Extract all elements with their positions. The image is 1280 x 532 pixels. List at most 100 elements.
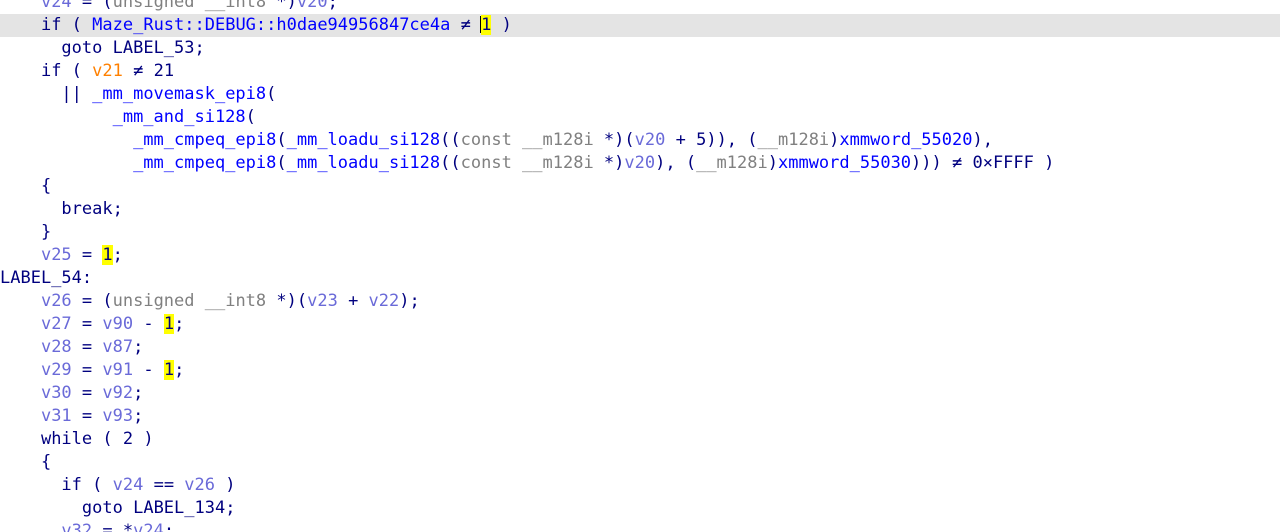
code-line[interactable]: v28 = v87; [0,336,1280,359]
code-token[interactable]: v21 [92,61,123,81]
code-token[interactable]: unsigned __int8 [113,291,277,311]
code-token[interactable]: ( [61,15,92,35]
code-token[interactable]: ; [133,406,143,426]
code-token[interactable]: ; [164,521,174,532]
code-line[interactable]: v32 = *v24; [0,520,1280,532]
code-token[interactable]: xmmword_55030 [778,153,911,173]
code-token[interactable] [0,452,41,472]
code-token[interactable]: goto [82,498,123,518]
code-token[interactable]: ), ( [655,153,696,173]
code-token[interactable]: 2 [123,429,133,449]
code-line[interactable]: { [0,175,1280,198]
code-token[interactable]: = [72,245,103,265]
code-token[interactable]: v32 [61,521,92,532]
code-token[interactable]: *) [276,0,296,12]
code-token[interactable]: ( [82,475,113,495]
code-line[interactable]: v29 = v91 - 1; [0,359,1280,382]
code-token[interactable]: break [61,199,112,219]
code-token[interactable] [0,337,41,357]
code-token[interactable]: v27 [41,314,72,334]
code-token[interactable]: = ( [72,291,113,311]
code-token[interactable]: = ( [72,0,113,12]
code-token[interactable]: 1 [163,314,175,334]
code-token[interactable]: ; [328,0,338,12]
code-token[interactable] [0,383,41,403]
code-line[interactable]: } [0,221,1280,244]
code-line[interactable]: || _mm_movemask_epi8( [0,83,1280,106]
code-token[interactable]: xmmword_55020 [839,130,972,150]
code-token[interactable]: || [61,84,92,104]
code-line[interactable]: if ( v21 ≠ 21 [0,60,1280,83]
code-token[interactable]: *)( [276,291,307,311]
code-token[interactable]: v30 [41,383,72,403]
code-line[interactable]: v31 = v93; [0,405,1280,428]
pseudocode-code-view[interactable]: v24 = (unsigned __int8 *)v20; if ( Maze_… [0,0,1280,532]
code-token[interactable]: ))) ≠ [911,153,972,173]
code-token[interactable] [0,176,41,196]
code-token[interactable]: ; [225,498,235,518]
code-token[interactable]: = [72,337,103,357]
code-token[interactable]: { [41,452,51,472]
code-token[interactable]: LABEL_53 [113,38,195,58]
code-token[interactable] [0,245,41,265]
code-token[interactable]: ) [491,15,512,35]
code-token[interactable] [0,291,41,311]
code-line[interactable]: { [0,451,1280,474]
code-token[interactable] [0,15,41,35]
code-line[interactable]: v26 = (unsigned __int8 *)(v23 + v22); [0,290,1280,313]
code-token[interactable]: v31 [41,406,72,426]
code-token[interactable]: ; [174,314,184,334]
code-token[interactable]: 1 [481,15,492,35]
code-line[interactable]: v25 = 1; [0,244,1280,267]
code-token[interactable]: - [133,314,164,334]
code-token[interactable]: __m128i [696,153,768,173]
code-line[interactable]: break; [0,198,1280,221]
code-token[interactable]: 0×FFFF [972,153,1033,173]
code-token[interactable]: ); [399,291,419,311]
code-token[interactable]: if [61,475,81,495]
code-token[interactable] [0,222,41,242]
code-token[interactable]: == [143,475,184,495]
code-token[interactable]: ( [61,61,92,81]
code-token[interactable]: (( [440,153,460,173]
code-token[interactable]: ( [276,130,286,150]
code-line[interactable]: _mm_and_si128( [0,106,1280,129]
code-token[interactable] [0,0,41,12]
code-token[interactable]: v25 [41,245,72,265]
code-token[interactable]: v20 [297,0,328,12]
code-token[interactable]: v20 [624,153,655,173]
code-token[interactable]: const __m128i [461,130,604,150]
code-token[interactable]: ; [113,199,123,219]
code-token[interactable]: ( [246,107,256,127]
code-token[interactable]: = [72,360,103,380]
code-token[interactable]: *) [604,153,624,173]
code-token[interactable]: { [41,176,51,196]
code-token[interactable] [0,314,41,334]
code-token[interactable] [0,429,41,449]
code-token[interactable]: unsigned __int8 [113,0,277,12]
code-token[interactable]: v24 [133,521,164,532]
code-token[interactable]: v93 [102,406,133,426]
code-token[interactable]: + [338,291,369,311]
code-line[interactable]: goto LABEL_53; [0,37,1280,60]
code-token[interactable]: v91 [102,360,133,380]
code-token[interactable]: if [41,61,61,81]
code-token[interactable]: _mm_movemask_epi8 [92,84,266,104]
code-token[interactable]: v22 [369,291,400,311]
code-token[interactable]: ) [829,130,839,150]
code-line[interactable]: LABEL_54: [0,267,1280,290]
code-token[interactable]: _mm_cmpeq_epi8 [133,153,276,173]
code-line[interactable]: while ( 2 ) [0,428,1280,451]
code-token[interactable]: ; [133,383,143,403]
code-line-current[interactable]: if ( Maze_Rust::DEBUG::h0dae94956847ce4a… [0,14,1280,37]
code-token[interactable]: ) [1034,153,1054,173]
code-token[interactable] [0,498,82,518]
code-token[interactable]: ; [174,360,184,380]
code-token[interactable]: v20 [635,130,666,150]
code-token[interactable]: const __m128i [461,153,604,173]
code-token[interactable]: (( [440,130,460,150]
code-token[interactable]: Maze_Rust::DEBUG::h0dae94956847ce4a [92,15,450,35]
code-token[interactable] [0,360,41,380]
code-token[interactable]: ) [768,153,778,173]
code-token[interactable]: - [133,360,164,380]
